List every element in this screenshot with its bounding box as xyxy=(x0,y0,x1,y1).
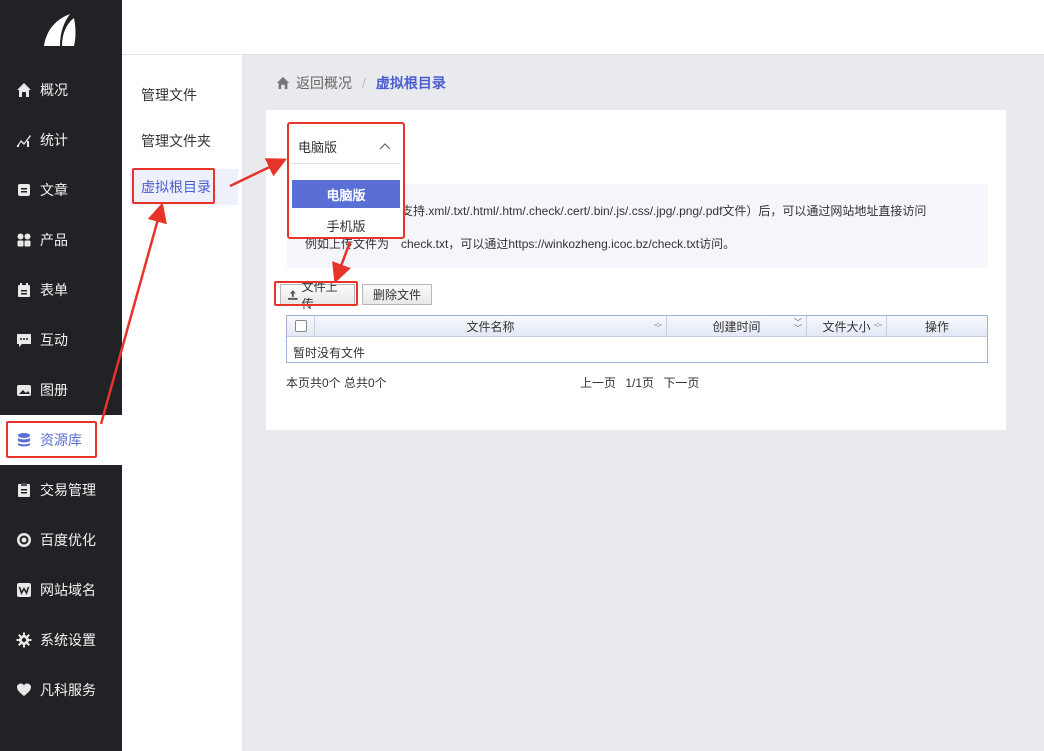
version-select-dropdown[interactable]: 电脑版 电脑版 手机版 xyxy=(287,122,405,239)
nav-item-label: 图册 xyxy=(40,382,68,398)
chat-icon xyxy=(16,332,32,348)
nav-item-interaction[interactable]: 互动 xyxy=(0,315,122,365)
version-select[interactable]: 电脑版 xyxy=(291,130,401,164)
nav-item-label: 网站域名 xyxy=(40,582,96,598)
empty-state-text: 暂时没有文件 xyxy=(293,346,366,360)
nav-item-label: 互动 xyxy=(40,332,68,348)
nav-item-settings[interactable]: 系统设置 xyxy=(0,615,122,665)
version-option-mobile[interactable]: 手机版 xyxy=(292,211,400,239)
breadcrumb-back-link[interactable]: 返回概况 xyxy=(296,73,352,93)
pagination: 上一页 1/1页 下一页 xyxy=(580,374,705,391)
sort-desc-icon: ﹀ ﹀ xyxy=(794,318,802,333)
sub-sidebar: 管理文件 管理文件夹 虚拟根目录 xyxy=(122,55,242,751)
subnav-item-manage-folders[interactable]: 管理文件夹 xyxy=(130,123,238,159)
file-table: 文件名称 ︿ ﹀ 创建时间 ﹀ ﹀ 文件大小 ︿ ﹀ 操作 暂时没有文件 xyxy=(286,315,988,363)
subnav-item-label: 管理文件 xyxy=(141,87,197,103)
nav-item-gallery[interactable]: 图册 xyxy=(0,365,122,415)
delete-button-label: 删除文件 xyxy=(372,288,421,302)
pager-summary: 本页共0个 总共0个 xyxy=(286,376,387,390)
heart-icon xyxy=(16,682,32,698)
target-icon xyxy=(16,532,32,548)
nav-item-articles[interactable]: 文章 xyxy=(0,165,122,215)
image-icon xyxy=(16,382,32,398)
breadcrumb-current: 虚拟根目录 xyxy=(375,75,446,91)
gear-icon xyxy=(16,632,32,648)
breadcrumb-separator: / xyxy=(362,75,366,91)
nav-item-stats[interactable]: 统计 xyxy=(0,115,122,165)
main-sidebar: 概况 统计 文章 产品 表单 互动 图册 资源库 交易管理 百度优化 网站域名 xyxy=(0,0,122,751)
clipboard-icon xyxy=(16,482,32,498)
column-label: 文件名称 xyxy=(466,319,515,334)
nav-item-label: 产品 xyxy=(40,232,68,248)
home-icon xyxy=(276,76,290,90)
sort-icon: ︿ ﹀ xyxy=(874,318,882,333)
delete-file-button[interactable]: 删除文件 xyxy=(362,284,432,305)
nav-item-label: 统计 xyxy=(40,132,68,148)
nav-item-forms[interactable]: 表单 xyxy=(0,265,122,315)
nav-item-label: 交易管理 xyxy=(40,482,96,498)
form-icon xyxy=(16,282,32,298)
chevron-up-icon xyxy=(379,143,391,150)
column-label: 操作 xyxy=(924,319,949,334)
annotation-highlight-box xyxy=(274,281,358,306)
select-all-checkbox[interactable] xyxy=(294,320,307,332)
nav-item-products[interactable]: 产品 xyxy=(0,215,122,265)
grid-icon xyxy=(16,232,32,248)
top-header xyxy=(122,0,1044,55)
nav-item-seo[interactable]: 百度优化 xyxy=(0,515,122,565)
prev-page-link[interactable]: 上一页 xyxy=(580,376,616,390)
sort-icon: ︿ ﹀ xyxy=(654,318,662,333)
column-header-filename[interactable]: 文件名称 ︿ ﹀ xyxy=(315,316,667,336)
table-header: 文件名称 ︿ ﹀ 创建时间 ﹀ ﹀ 文件大小 ︿ ﹀ 操作 xyxy=(287,316,987,337)
page-indicator: 1/1页 xyxy=(625,376,655,390)
breadcrumb: 返回概况 / 虚拟根目录 xyxy=(276,73,446,93)
info-text-line1: 支持.xml/.txt/.html/.htm/.check/.cert/.bin… xyxy=(401,204,927,218)
option-label: 手机版 xyxy=(326,218,366,234)
nav-item-label: 系统设置 xyxy=(40,632,96,648)
nav-item-service[interactable]: 凡科服务 xyxy=(0,665,122,715)
version-select-value: 电脑版 xyxy=(298,140,338,155)
subnav-item-manage-files[interactable]: 管理文件 xyxy=(130,77,238,113)
nav-item-label: 表单 xyxy=(40,282,68,298)
nav-item-label: 凡科服务 xyxy=(40,682,96,698)
annotation-highlight-box xyxy=(132,168,215,204)
article-icon xyxy=(16,182,32,198)
nav-item-label: 文章 xyxy=(40,182,68,198)
nav-item-overview[interactable]: 概况 xyxy=(0,65,122,115)
column-header-created[interactable]: 创建时间 ﹀ ﹀ xyxy=(667,316,807,336)
column-header-size[interactable]: 文件大小 ︿ ﹀ xyxy=(807,316,887,336)
w-icon xyxy=(16,582,32,598)
brand-logo-icon[interactable] xyxy=(40,12,80,48)
column-header-actions: 操作 xyxy=(887,316,987,336)
chart-icon xyxy=(16,132,32,148)
select-all-cell xyxy=(287,316,315,336)
column-label: 文件大小 xyxy=(822,319,871,334)
column-label: 创建时间 xyxy=(712,319,761,334)
annotation-highlight-box xyxy=(6,421,97,458)
option-label: 电脑版 xyxy=(326,187,366,203)
next-page-link[interactable]: 下一页 xyxy=(663,376,699,390)
nav-item-label: 百度优化 xyxy=(40,532,96,548)
info-text-line2: check.txt，可以通过https://winkozheng.icoc.bz… xyxy=(401,237,736,251)
nav-item-domain[interactable]: 网站域名 xyxy=(0,565,122,615)
home-icon xyxy=(16,82,32,98)
subnav-item-label: 管理文件夹 xyxy=(141,133,211,149)
nav-item-label: 概况 xyxy=(40,82,68,98)
nav-item-trade[interactable]: 交易管理 xyxy=(0,465,122,515)
version-option-pc[interactable]: 电脑版 xyxy=(292,180,400,208)
